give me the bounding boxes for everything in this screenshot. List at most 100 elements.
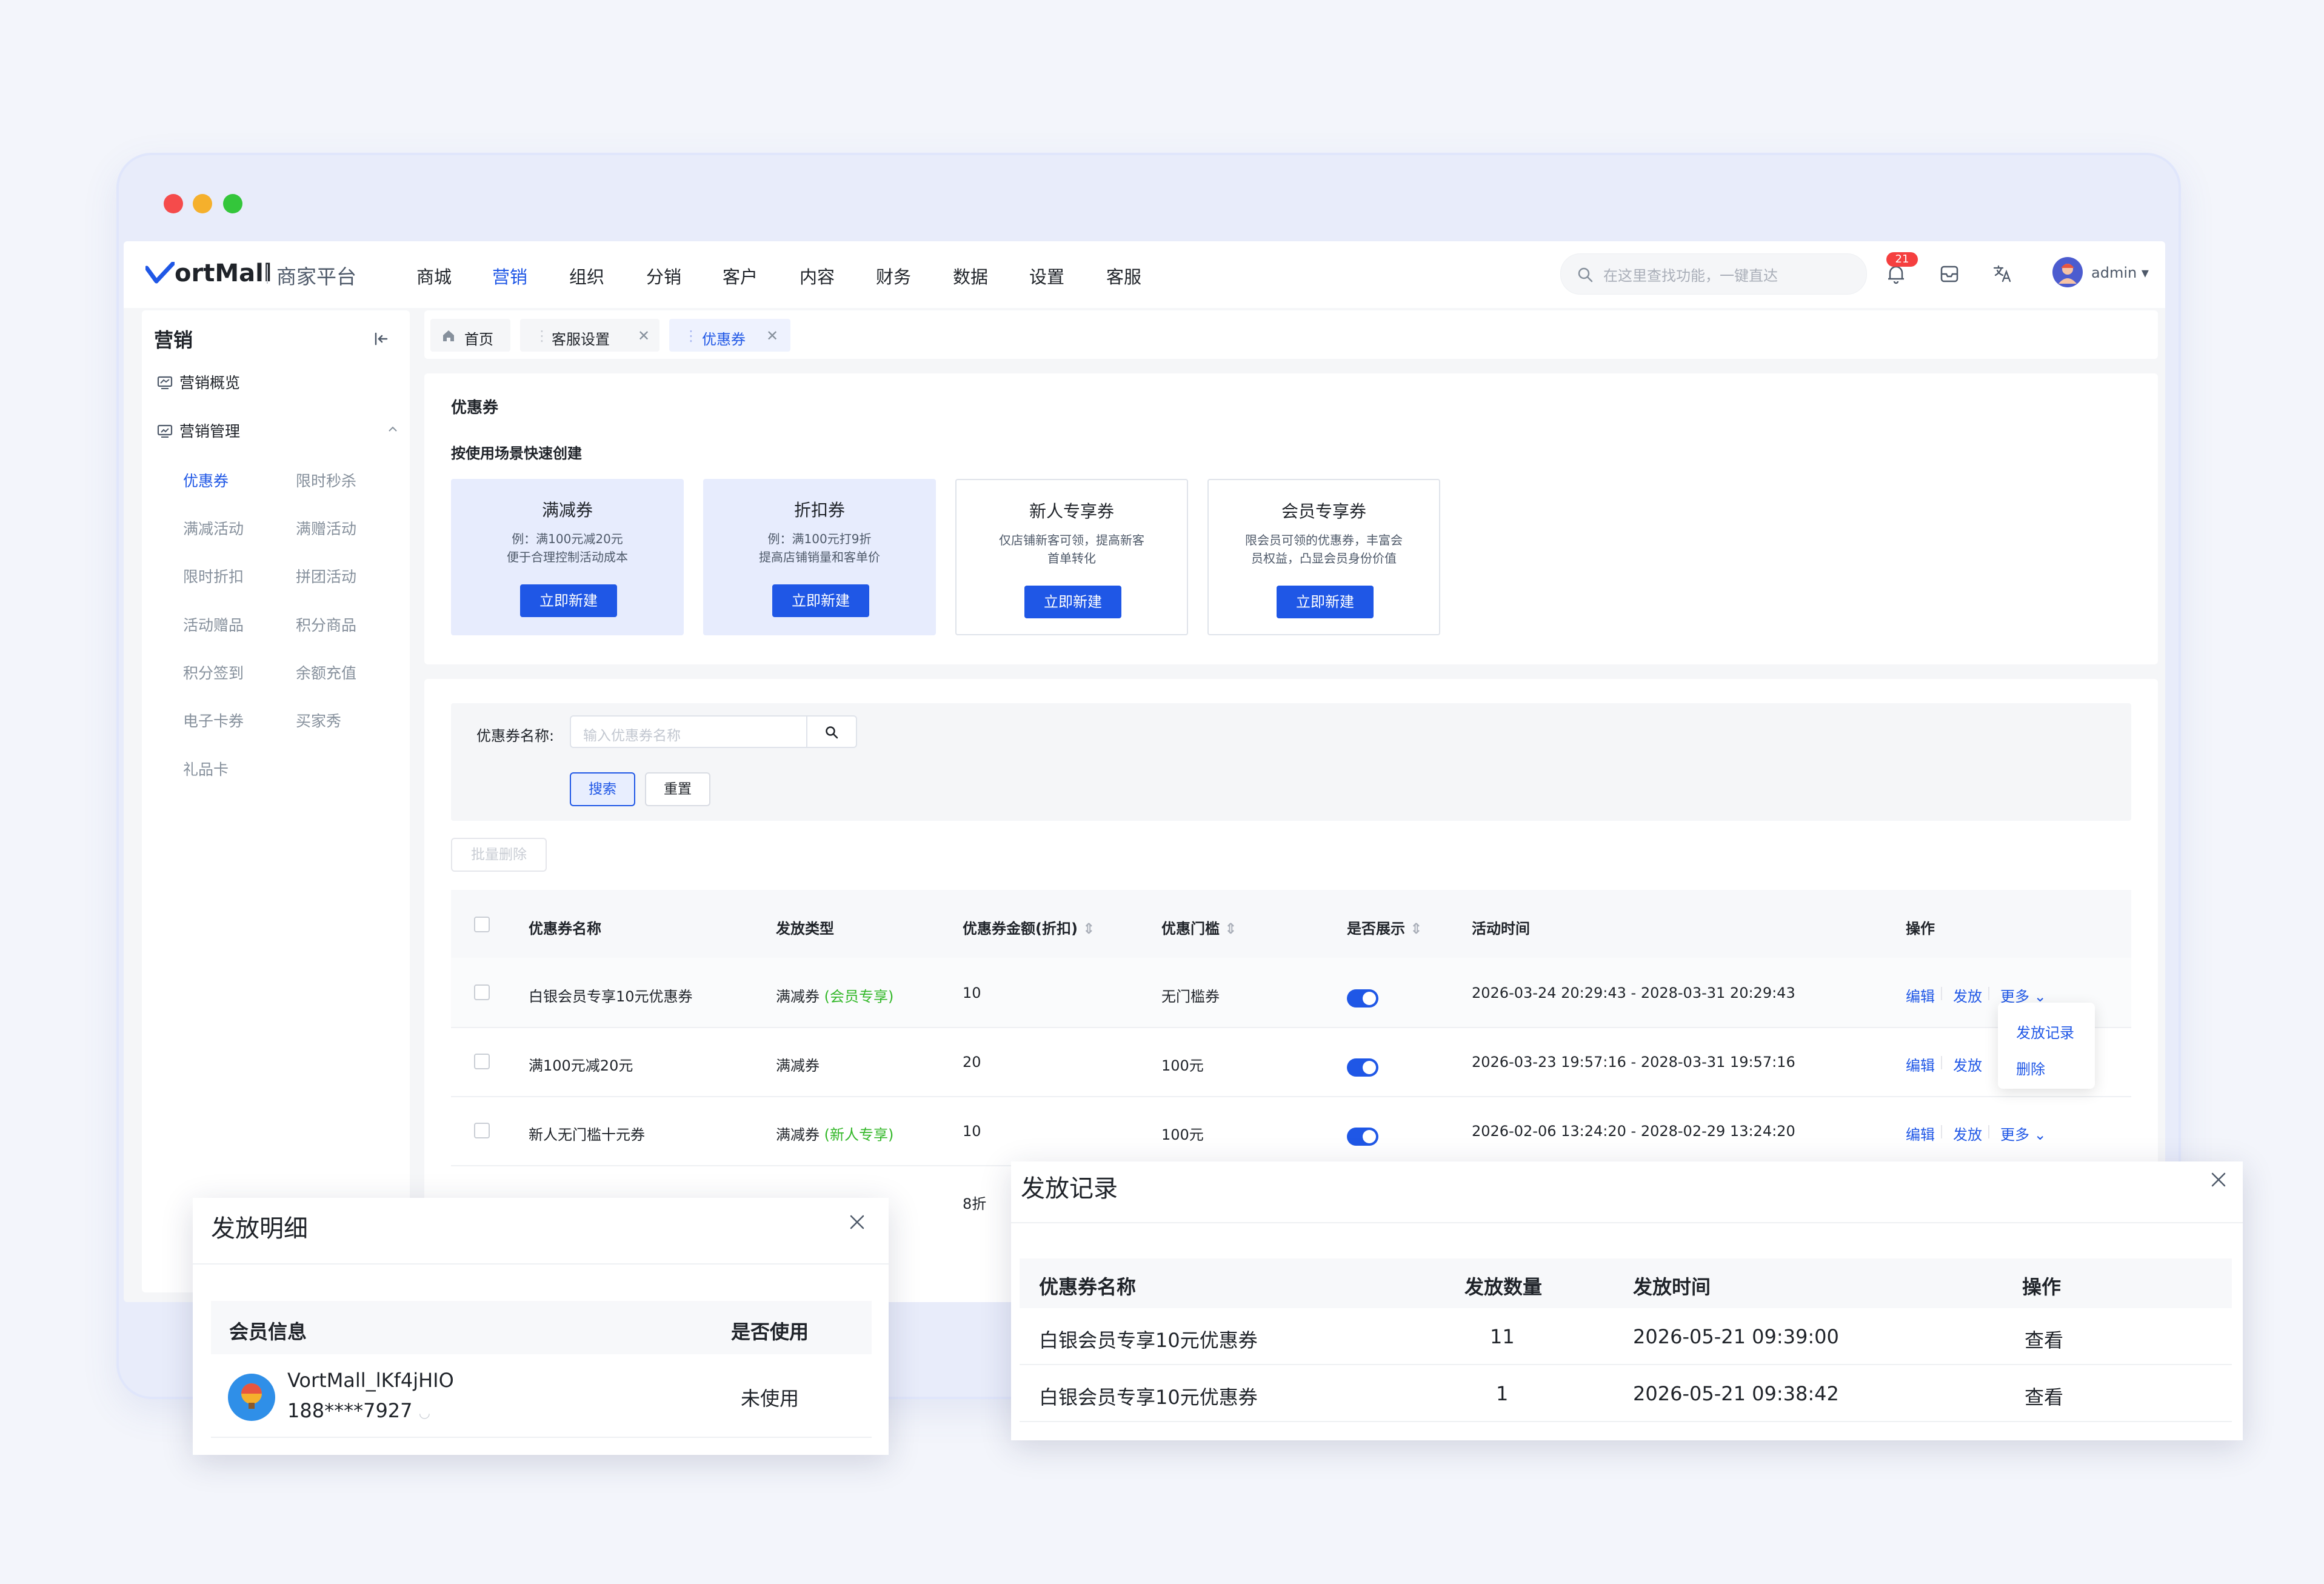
issue-record-menu-item[interactable]: 发放记录	[2016, 1021, 2074, 1042]
member-phone: 188****7927 ◡	[287, 1399, 430, 1422]
search-submit-button[interactable]	[806, 715, 857, 748]
row-checkbox[interactable]	[474, 1123, 490, 1138]
sidebar-item-overview[interactable]: 营销概览	[156, 371, 240, 393]
close-icon[interactable]	[2208, 1169, 2229, 1191]
sidebar-item-limited-discount[interactable]: 限时折扣	[183, 565, 244, 587]
close-icon[interactable]: ✕	[766, 327, 778, 344]
tab-coupon[interactable]: ⋮ 优惠券 ✕	[669, 319, 790, 352]
nav-item-organization[interactable]: 组织	[569, 263, 604, 289]
coupon-type: 满减券 (会员专享)	[776, 988, 894, 1005]
maximize-window-dot[interactable]	[223, 194, 242, 213]
nav-item-content[interactable]: 内容	[800, 263, 835, 289]
sidebar-item-coupon[interactable]: 优惠券	[183, 469, 229, 491]
nav-item-service[interactable]: 客服	[1106, 263, 1141, 289]
tab-home[interactable]: 首页	[430, 319, 510, 352]
close-icon[interactable]: ✕	[638, 327, 650, 344]
card-title: 折扣券	[793, 500, 845, 520]
sidebar-item-points-signin[interactable]: 积分签到	[183, 661, 244, 683]
sidebar-item-buyer-show[interactable]: 买家秀	[296, 709, 341, 731]
sidebar: 营销 营销概览 营销管理 优惠券 限时秒杀 满减活动 满赠活动 限时折扣 拼团活…	[142, 310, 410, 1292]
divider	[1941, 987, 1942, 1000]
monitor-icon	[157, 376, 173, 389]
input-placeholder: 输入优惠券名称	[583, 728, 681, 744]
coupon-card-member: 会员专享券 限会员可领的优惠券，丰富会 员权益，凸显会员身份价值 立即新建	[1207, 479, 1440, 635]
coupon-card-newcomer: 新人专享券 仅店铺新客可领，提高新客 首单转化 立即新建	[955, 479, 1188, 635]
collapse-sidebar-icon[interactable]	[372, 330, 390, 348]
create-button[interactable]: 立即新建	[1024, 586, 1121, 618]
nav-item-data[interactable]: 数据	[953, 263, 988, 289]
create-button[interactable]: 立即新建	[1277, 586, 1374, 618]
nav-item-distribution[interactable]: 分销	[646, 263, 681, 289]
sidebar-item-group-buy[interactable]: 拼团活动	[296, 565, 356, 587]
notification-badge: 21	[1886, 252, 1918, 267]
activity-time: 2026-03-24 20:29:43 - 2028-03-31 20:29:4…	[1472, 984, 1795, 1001]
close-window-dot[interactable]	[164, 194, 183, 213]
global-search-input[interactable]: 在这里查找功能，一键直达	[1560, 253, 1867, 295]
row-checkbox[interactable]	[474, 1054, 490, 1069]
sidebar-group-marketing[interactable]: 营销管理	[156, 419, 401, 441]
user-avatar[interactable]	[2052, 257, 2083, 287]
edit-link[interactable]: 编辑	[1906, 984, 1935, 1006]
modal-divider	[193, 1263, 889, 1265]
sidebar-item-gift-card[interactable]: 礼品卡	[183, 758, 229, 780]
search-button[interactable]: 搜索	[570, 772, 635, 806]
display-toggle[interactable]	[1347, 1058, 1378, 1077]
col-issue-time: 发放时间	[1633, 1275, 1711, 1298]
row-checkbox[interactable]	[474, 984, 490, 1000]
create-button[interactable]: 立即新建	[520, 584, 617, 617]
display-toggle[interactable]	[1347, 989, 1378, 1008]
reset-button[interactable]: 重置	[645, 772, 710, 806]
coupon-name-input[interactable]: 输入优惠券名称	[570, 715, 807, 748]
record-count: 1	[1496, 1382, 1509, 1405]
coupon-name: 白银会员专享10元优惠券	[529, 988, 693, 1005]
minimize-window-dot[interactable]	[193, 194, 212, 213]
col-used: 是否使用	[731, 1320, 809, 1343]
nav-item-settings[interactable]: 设置	[1029, 263, 1064, 289]
translate-icon[interactable]	[1989, 261, 2016, 287]
close-icon[interactable]	[846, 1211, 868, 1233]
coupon-type: 满减券	[776, 1057, 820, 1074]
user-name: admin	[2091, 264, 2137, 281]
issue-link[interactable]: 发放	[1953, 984, 1982, 1006]
view-link[interactable]: 查看	[2025, 1325, 2063, 1353]
filter-label: 优惠券名称:	[476, 727, 555, 744]
sidebar-item-gift-activity[interactable]: 满赠活动	[296, 517, 356, 539]
home-icon	[443, 330, 454, 341]
edit-link[interactable]: 编辑	[1906, 1054, 1935, 1075]
user-menu[interactable]: admin ▾	[2091, 264, 2149, 281]
edit-link[interactable]: 编辑	[1906, 1123, 1935, 1144]
coupon-amount: 8折	[963, 1195, 987, 1212]
sidebar-item-label: 营销概览	[179, 374, 241, 392]
col-display[interactable]: 是否展示 ⇕	[1347, 917, 1422, 938]
col-amount[interactable]: 优惠券金额(折扣) ⇕	[963, 917, 1095, 938]
more-link[interactable]: 更多 ⌄	[2000, 1123, 2046, 1144]
sidebar-item-e-card[interactable]: 电子卡券	[183, 709, 244, 731]
display-toggle[interactable]	[1347, 1128, 1378, 1146]
sidebar-item-activity-gift[interactable]: 活动赠品	[183, 613, 244, 635]
nav-item-finance[interactable]: 财务	[876, 263, 911, 289]
more-dropdown: 发放记录 删除	[1998, 1003, 2095, 1089]
col-threshold[interactable]: 优惠门槛 ⇕	[1161, 917, 1237, 938]
sidebar-item-balance-recharge[interactable]: 余额充值	[296, 661, 356, 683]
logo-text: ortMall	[175, 259, 272, 287]
view-link[interactable]: 查看	[2025, 1382, 2063, 1410]
sidebar-item-discount-activity[interactable]: 满减活动	[183, 517, 244, 539]
select-all-checkbox[interactable]	[474, 917, 490, 932]
row-divider	[1020, 1364, 2232, 1365]
sidebar-item-points-goods[interactable]: 积分商品	[296, 613, 356, 635]
coupon-name: 新人无门槛十元券	[529, 1126, 645, 1143]
nav-item-marketing[interactable]: 营销	[492, 263, 527, 289]
nav-item-customer[interactable]: 客户	[723, 263, 758, 289]
inbox-icon[interactable]	[1936, 261, 1963, 287]
delete-menu-item[interactable]: 删除	[2016, 1057, 2045, 1078]
tab-service-settings[interactable]: ⋮ 客服设置 ✕	[520, 319, 659, 352]
col-time: 活动时间	[1472, 920, 1530, 937]
sidebar-item-flash-sale[interactable]: 限时秒杀	[296, 469, 356, 491]
nav-item-mall[interactable]: 商城	[416, 263, 452, 289]
create-button[interactable]: 立即新建	[772, 584, 869, 617]
batch-delete-button[interactable]: 批量删除	[451, 838, 547, 872]
issue-link[interactable]: 发放	[1953, 1123, 1982, 1144]
sidebar-group-label: 营销管理	[179, 423, 241, 440]
issue-link[interactable]: 发放	[1953, 1054, 1982, 1075]
logo[interactable]: ortMall	[144, 259, 272, 287]
